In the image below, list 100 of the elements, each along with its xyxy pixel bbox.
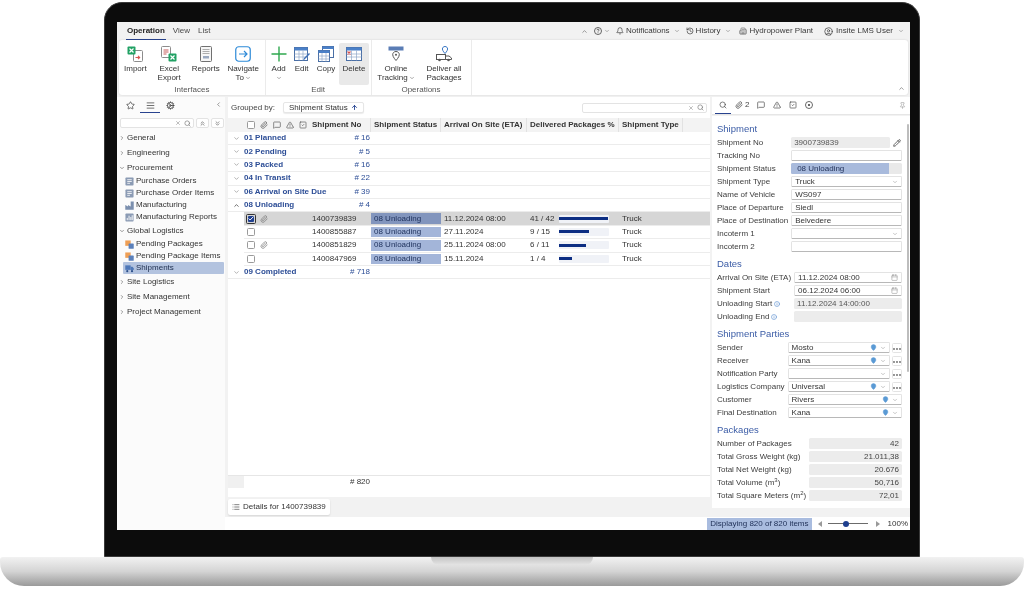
tree-item[interactable]: Purchase Order Items [123, 187, 224, 199]
chevron-icon[interactable] [232, 174, 240, 182]
table-cell-text: 11.12.2024 08:00 [443, 212, 507, 225]
scrollbar-thumb[interactable] [906, 124, 909, 372]
notifications-button[interactable]: Notifications [616, 25, 680, 37]
readonly-field: 42 [809, 438, 902, 449]
lookup-field[interactable]: Rivers [787, 394, 902, 405]
chevron-icon[interactable] [232, 134, 240, 142]
package-icon [125, 251, 134, 261]
lookup-field[interactable]: Mosto [787, 342, 890, 353]
user-menu-button[interactable]: Insite LMS User [824, 25, 904, 37]
expand-all-button[interactable] [211, 118, 224, 128]
caret-icon [408, 74, 415, 81]
text-field[interactable]: WS097 [791, 189, 902, 200]
history-button[interactable]: History [685, 25, 731, 37]
ribbon-button[interactable]: Deliver all Packages [419, 43, 469, 85]
group-label: 09 Completed [244, 266, 297, 279]
tree-item[interactable]: Manufacturing Reports [123, 211, 224, 223]
tree-item[interactable]: Site Logistics [117, 274, 225, 289]
dropdown-field[interactable]: Truck [791, 176, 902, 187]
tree-item[interactable]: Engineering [117, 145, 225, 160]
tree-item[interactable]: General [117, 130, 225, 145]
dropdown-field[interactable] [791, 228, 902, 239]
chevron-icon[interactable] [232, 201, 240, 209]
column-header[interactable]: Shipment Status [371, 118, 441, 132]
field-label: Shipment Status [717, 162, 776, 175]
details-button[interactable]: Details for 1400739839 [228, 499, 330, 515]
more-button[interactable] [892, 368, 902, 379]
triangle-right-icon[interactable] [875, 520, 880, 527]
tree-item[interactable]: Manufacturing [123, 199, 224, 211]
menu-tab[interactable]: View [171, 22, 191, 40]
more-button[interactable] [892, 342, 902, 353]
group-chip[interactable]: Shipment Status [283, 102, 364, 113]
date-field[interactable]: 06.12.2024 06:00 [794, 285, 902, 296]
tree-item[interactable]: Shipments [123, 262, 224, 274]
tree-item[interactable]: Pending Package Items [123, 250, 224, 262]
column-header[interactable]: Shipment No [309, 118, 371, 132]
table-row[interactable]: 1400851829 08 Unloading 25.11.2024 08:00 6 / 11 Truck [244, 239, 710, 253]
text-field[interactable] [791, 241, 902, 252]
collapse-all-button[interactable] [196, 118, 209, 128]
project-button[interactable]: Hydropower Plant [738, 25, 814, 37]
triangle-left-icon[interactable] [817, 520, 822, 527]
tree-item[interactable]: Global Logistics [117, 223, 225, 238]
tree-item[interactable]: Pending Packages [123, 238, 224, 250]
ribbon-button[interactable]: Edit [290, 43, 313, 85]
ribbon-button[interactable]: Reports [188, 43, 223, 85]
tree-item[interactable]: Project Management [117, 304, 225, 319]
tree-item[interactable]: Site Management [117, 289, 225, 304]
more-button[interactable] [892, 381, 902, 392]
search-field[interactable] [120, 118, 194, 128]
lookup-field[interactable]: Universal [787, 381, 890, 392]
ribbon-button[interactable]: Delete [339, 43, 369, 85]
collapse-ribbon-icon[interactable] [898, 85, 905, 92]
chevron-icon[interactable] [232, 148, 240, 156]
status-cell: 08 Unloading [371, 226, 441, 238]
ribbon-button[interactable]: Add [267, 43, 290, 85]
table-cell-text: Truck [621, 225, 643, 238]
row-checkbox[interactable] [246, 241, 255, 250]
row-checkbox[interactable] [246, 254, 255, 263]
group-count: # 4 [358, 199, 370, 212]
tree-item[interactable]: Procurement [117, 160, 225, 175]
ribbon-group-label: Edit [311, 85, 325, 95]
status-field[interactable]: 08 Unloading [791, 163, 902, 174]
lookup-field[interactable] [787, 368, 890, 379]
table-row[interactable]: 1400739839 08 Unloading 11.12.2024 08:00 41 / 42 Truck [244, 212, 710, 226]
menu-tab[interactable]: List [197, 22, 212, 40]
column-header[interactable]: Delivered Packages % [527, 118, 619, 132]
tree-item[interactable]: Purchase Orders [123, 175, 224, 187]
chevron-icon[interactable] [232, 268, 240, 276]
details-tab[interactable]: 2 [731, 97, 754, 114]
slider-thumb[interactable] [842, 520, 849, 527]
select-all-checkbox[interactable] [246, 121, 255, 129]
ribbon-button[interactable]: Navigate To [223, 43, 263, 85]
ribbon-button[interactable]: Copy [313, 43, 339, 85]
collapse-chevron-icon[interactable] [581, 27, 589, 35]
help-button[interactable] [594, 27, 611, 35]
text-field[interactable]: Siedl [791, 202, 902, 213]
column-header[interactable]: Shipment Type [619, 118, 683, 132]
text-field[interactable] [791, 150, 902, 161]
column-header[interactable]: Arrival On Site (ETA) [441, 118, 527, 132]
chevron-icon[interactable] [232, 188, 240, 196]
star-icon [125, 100, 135, 110]
row-checkbox[interactable] [245, 213, 256, 224]
collapse-icon[interactable] [215, 101, 222, 108]
field-label: Incoterm 2 [717, 240, 755, 253]
date-field[interactable]: 11.12.2024 08:00 [794, 272, 902, 283]
lookup-field[interactable]: Kana [787, 407, 902, 418]
lookup-field[interactable]: Kana [787, 355, 890, 366]
text-field[interactable]: Belvedere [791, 215, 902, 226]
search-field[interactable] [582, 102, 707, 113]
ribbon-button[interactable]: Online Tracking [373, 43, 419, 85]
ribbon-button[interactable]: Import [121, 43, 150, 85]
pencil-icon[interactable] [893, 138, 901, 147]
field-label: Shipment No [717, 136, 764, 149]
pin-icon[interactable] [899, 102, 906, 109]
list-icon [232, 503, 240, 511]
ribbon-button[interactable]: Excel Export [150, 43, 188, 85]
chevron-icon[interactable] [232, 161, 240, 169]
more-button[interactable] [892, 355, 902, 366]
row-checkbox[interactable] [246, 227, 255, 236]
